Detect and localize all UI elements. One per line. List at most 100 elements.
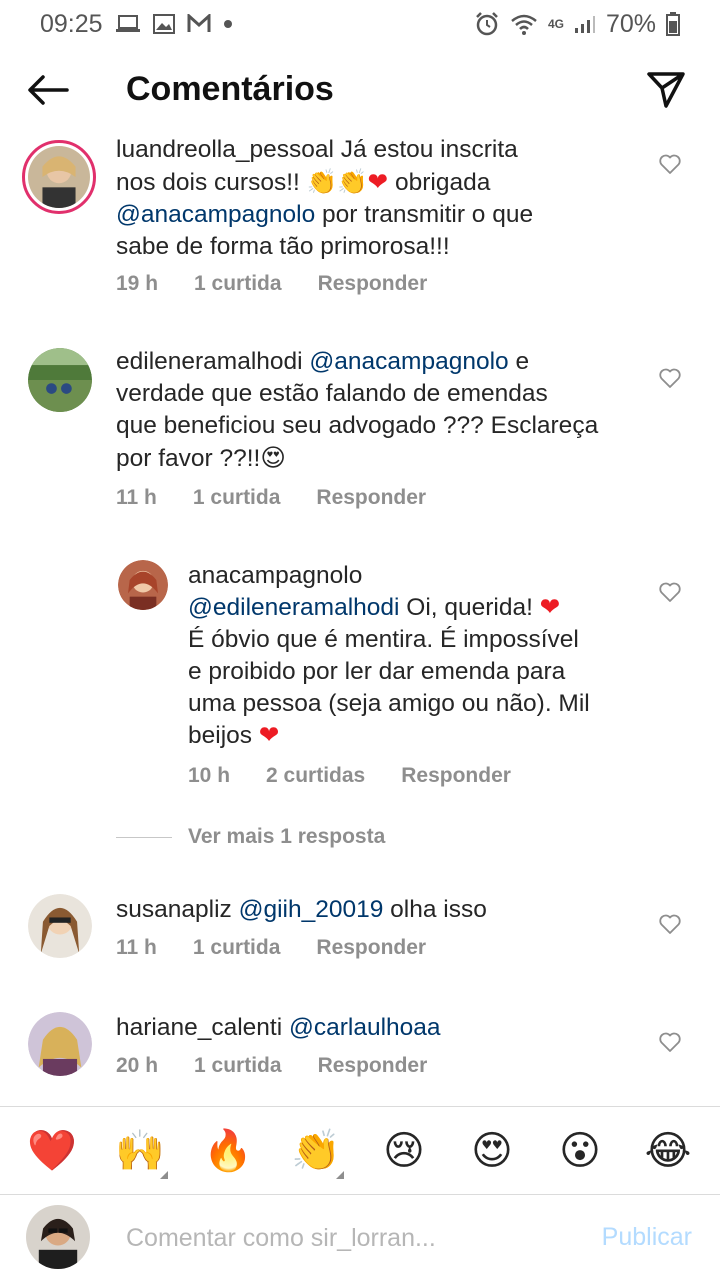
comment-mention[interactable]: @giih_20019	[239, 896, 384, 923]
comment-text: Já estou inscrita	[333, 136, 518, 163]
comment-text: obrigada	[388, 169, 491, 196]
comment-time: 11 h	[116, 486, 157, 509]
comment-text: Oi, querida!	[399, 594, 540, 621]
reaction-crying[interactable]: 😢	[374, 1121, 434, 1181]
like-heart-icon[interactable]	[658, 1030, 682, 1054]
publish-button[interactable]: Publicar	[602, 1223, 692, 1252]
comment-text: É óbvio que é mentira. É impossível	[188, 626, 579, 653]
comment-likes[interactable]: 2 curtidas	[266, 764, 365, 788]
comment-username[interactable]: luandreolla_pessoal	[116, 136, 334, 163]
image-icon	[152, 14, 175, 34]
comment-likes[interactable]: 1 curtida	[193, 486, 281, 510]
comment-mention[interactable]: @carlaulhoaa	[289, 1014, 441, 1041]
comments-list[interactable]: luandreolla_pessoal Já estou inscrita no…	[0, 128, 720, 1106]
clap-emoji: 👏	[291, 1128, 341, 1174]
reaction-clap[interactable]: 👏	[286, 1121, 346, 1181]
raised-hands-emoji: 🙌	[115, 1128, 165, 1174]
heart-emoji: ❤	[258, 722, 280, 749]
back-arrow-icon	[28, 75, 69, 105]
send-icon	[647, 72, 685, 108]
heart-emoji: ❤️	[27, 1128, 77, 1174]
reaction-raised-hands[interactable]: 🙌	[110, 1121, 170, 1181]
share-button[interactable]	[642, 66, 690, 114]
current-user-avatar	[26, 1205, 90, 1269]
reply-button[interactable]: Responder	[316, 936, 426, 960]
crying-emoji: 😢	[383, 1127, 425, 1174]
comment-composer: Publicar	[0, 1194, 720, 1280]
comment-time: 19 h	[116, 272, 159, 295]
comment-text: e	[508, 348, 530, 375]
comment-likes[interactable]: 1 curtida	[194, 1054, 282, 1078]
reply-button[interactable]: Responder	[316, 486, 426, 510]
reaction-laughing[interactable]: 😂	[638, 1121, 698, 1181]
heart-eyes-emoji: 😍	[260, 443, 286, 472]
laughing-emoji: 😂	[644, 1127, 692, 1174]
fire-emoji: 🔥	[203, 1128, 253, 1174]
reaction-heart[interactable]: ❤️	[22, 1121, 82, 1181]
comment-username[interactable]: susanapliz	[116, 896, 232, 923]
comment-mention[interactable]: @edileneramalhodi	[188, 594, 399, 621]
like-heart-icon[interactable]	[658, 152, 682, 176]
app-header: Comentários	[0, 52, 720, 128]
reply-button[interactable]: Responder	[318, 1054, 428, 1078]
comment-mention[interactable]: @anacampagnolo	[116, 201, 315, 228]
dot-icon	[223, 19, 233, 29]
comment-text: beijos	[188, 722, 259, 749]
comment-username[interactable]: anacampagnolo	[188, 562, 362, 589]
comment-text: uma pessoa (seja amigo ou não). Mil	[188, 690, 590, 717]
battery-icon	[666, 12, 680, 36]
signal-icon	[574, 14, 596, 34]
reaction-heart-eyes[interactable]: 😍	[462, 1121, 522, 1181]
reply-button[interactable]: Responder	[318, 272, 428, 296]
avatar[interactable]	[118, 560, 168, 610]
alarm-icon	[474, 12, 500, 36]
comment-username[interactable]: hariane_calenti	[116, 1014, 282, 1041]
comment-text: que beneficiou seu advogado ??? Esclareç…	[116, 412, 599, 439]
comment-input[interactable]	[126, 1217, 566, 1259]
comment-mention[interactable]: @anacampagnolo	[309, 348, 508, 375]
skin-tone-indicator	[160, 1170, 168, 1179]
like-heart-icon[interactable]	[658, 912, 682, 936]
reaction-fire[interactable]: 🔥	[198, 1121, 258, 1181]
comment-text: verdade que estão falando de emendas	[116, 380, 548, 407]
comment-likes[interactable]: 1 curtida	[194, 272, 282, 296]
comment-time: 20 h	[116, 1054, 159, 1077]
heart-emoji: ❤	[539, 594, 561, 621]
like-heart-icon[interactable]	[658, 580, 682, 604]
view-more-replies[interactable]: Ver mais 1 resposta	[116, 825, 385, 849]
gmail-icon	[187, 14, 211, 34]
reaction-surprised[interactable]: 😮	[550, 1121, 610, 1181]
comment-likes[interactable]: 1 curtida	[193, 936, 281, 960]
comment-text: e proibido por ler dar emenda para	[188, 658, 566, 685]
skin-tone-indicator	[336, 1170, 344, 1179]
comment-time: 11 h	[116, 936, 157, 959]
avatar[interactable]	[22, 140, 96, 214]
comment-text: sabe de forma tão primorosa!!!	[116, 233, 450, 260]
avatar[interactable]	[28, 894, 92, 958]
view-more-label: Ver mais 1 resposta	[188, 825, 386, 848]
status-time: 09:25	[40, 9, 103, 38]
surprised-emoji: 😮	[559, 1127, 601, 1174]
avatar[interactable]	[28, 1012, 92, 1076]
heart-eyes-emoji: 😍	[471, 1127, 513, 1174]
divider-line	[116, 836, 172, 838]
back-button[interactable]	[24, 66, 72, 114]
comment-time: 10 h	[188, 764, 231, 787]
battery-percent: 70%	[605, 9, 656, 38]
comment-text: olha isso	[383, 896, 487, 923]
like-heart-icon[interactable]	[658, 366, 682, 390]
avatar[interactable]	[28, 348, 92, 412]
quick-reactions-bar: ❤️ 🙌 🔥 👏 😢 😍 😮 😂	[0, 1106, 720, 1194]
heart-emoji: ❤	[367, 169, 389, 196]
clap-emoji: 👏👏	[306, 167, 368, 196]
laptop-icon	[115, 14, 141, 34]
status-bar: 09:25 4G 70%	[0, 0, 720, 48]
network-type: 4G	[547, 17, 564, 31]
comment-username[interactable]: edileneramalhodi	[116, 348, 303, 375]
page-title: Comentários	[126, 70, 334, 108]
comment-text: nos dois cursos!!	[116, 169, 307, 196]
reply-button[interactable]: Responder	[401, 764, 511, 788]
comment-text: por favor ??!!	[116, 445, 261, 472]
wifi-icon	[510, 13, 538, 35]
comment-text: por transmitir o que	[315, 201, 534, 228]
